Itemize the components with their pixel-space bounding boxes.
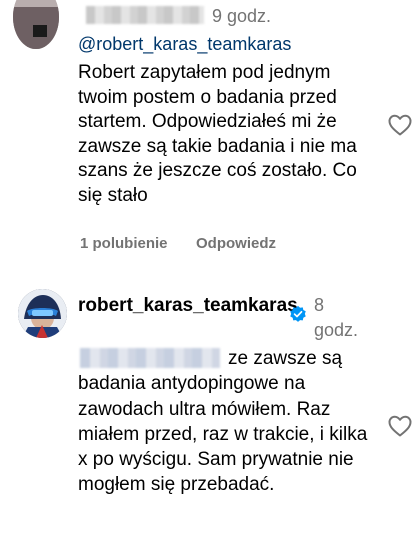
heart-icon[interactable]	[388, 114, 412, 136]
comment-username[interactable]: robert_karas_teamkaras	[78, 293, 298, 318]
reply-button[interactable]: Odpowiedz	[196, 235, 276, 252]
mention-link[interactable]: @robert_karas_teamkaras	[78, 34, 291, 55]
comment-timestamp: 8 godz.	[314, 295, 359, 340]
comment-text: ze zawsze są badania antydopingowe na za…	[78, 348, 368, 496]
avatar[interactable]	[13, 0, 59, 49]
likes-count[interactable]: 1 polubienie	[80, 235, 168, 252]
comment-timestamp: 9 godz.	[212, 6, 272, 26]
heart-icon[interactable]	[388, 415, 412, 437]
comment-text: Robert zapytałem pod jednym twoim postem…	[78, 62, 357, 206]
verified-badge-icon	[290, 305, 306, 322]
username-redacted[interactable]	[86, 6, 204, 24]
avatar[interactable]	[18, 289, 67, 338]
